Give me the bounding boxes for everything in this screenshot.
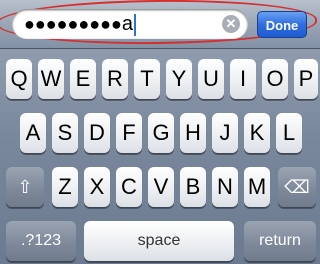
done-button[interactable]: Done (257, 11, 307, 38)
key-b[interactable]: B (180, 167, 206, 207)
delete-icon: ⌫ (284, 177, 310, 197)
key-v[interactable]: V (148, 167, 174, 207)
key-p[interactable]: P (294, 59, 318, 99)
search-toolbar: ●●●●●●●●●a ✕ Done (0, 0, 320, 49)
key-u[interactable]: U (198, 59, 224, 99)
typed-char: a (121, 13, 133, 35)
key-m[interactable]: M (244, 167, 270, 207)
key-w[interactable]: W (38, 59, 64, 99)
masked-text: ●●●●●●●●●a (24, 13, 136, 37)
key-d[interactable]: D (84, 113, 110, 153)
delete-key[interactable]: ⌫ (278, 167, 316, 207)
masked-dots: ●●●●●●●●● (24, 14, 122, 34)
clear-icon[interactable]: ✕ (222, 15, 240, 33)
key-a[interactable]: A (20, 113, 46, 153)
key-i[interactable]: I (230, 59, 256, 99)
key-r[interactable]: R (102, 59, 128, 99)
text-caret (133, 14, 136, 37)
key-e[interactable]: E (70, 59, 96, 99)
key-x[interactable]: X (84, 167, 110, 207)
numbers-key[interactable]: .?123 (6, 221, 76, 261)
shift-key[interactable]: ⇧ (6, 167, 44, 207)
key-s[interactable]: S (52, 113, 78, 153)
key-t[interactable]: T (134, 59, 160, 99)
keyboard: Q W E R T Y U I O P A S D F G H J K L ⇧ … (0, 49, 320, 264)
key-g[interactable]: G (148, 113, 174, 153)
key-k[interactable]: K (244, 113, 270, 153)
shift-icon: ⇧ (17, 177, 33, 197)
key-j[interactable]: J (212, 113, 238, 153)
key-n[interactable]: N (212, 167, 238, 207)
key-f[interactable]: F (116, 113, 142, 153)
key-c[interactable]: C (116, 167, 142, 207)
key-h[interactable]: H (180, 113, 206, 153)
key-z[interactable]: Z (52, 167, 78, 207)
key-l[interactable]: L (276, 113, 302, 153)
space-key[interactable]: space (84, 221, 234, 261)
key-o[interactable]: O (262, 59, 288, 99)
return-key[interactable]: return (244, 221, 316, 261)
key-y[interactable]: Y (166, 59, 192, 99)
password-field[interactable]: ●●●●●●●●●a ✕ (12, 9, 248, 39)
key-q[interactable]: Q (6, 59, 32, 99)
